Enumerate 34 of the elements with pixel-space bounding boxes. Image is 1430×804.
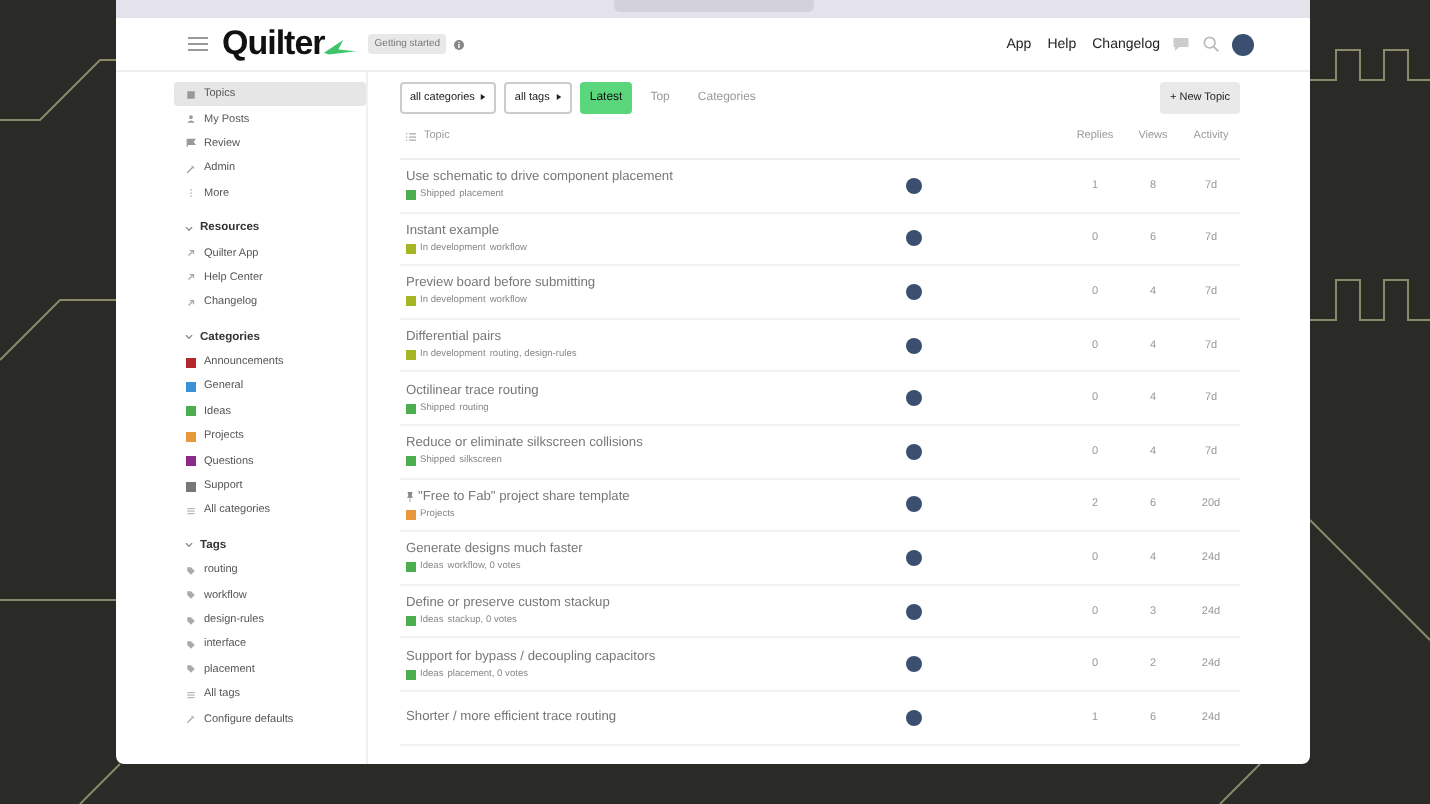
poster-avatar[interactable]: [906, 549, 922, 566]
chevron-icon[interactable]: [184, 540, 194, 551]
tag-icon: [186, 565, 196, 576]
info-icon[interactable]: [454, 39, 465, 49]
caret-icon: [480, 94, 487, 100]
tag-icon: [186, 590, 196, 601]
poster-avatar[interactable]: [906, 283, 922, 300]
poster-avatar[interactable]: [906, 443, 922, 460]
link-icon: [186, 272, 196, 283]
poster-avatar[interactable]: [906, 390, 922, 407]
link-icon: [186, 297, 196, 308]
link-icon: [186, 248, 196, 259]
poster-avatar[interactable]: [906, 496, 922, 513]
chevron-icon[interactable]: [184, 332, 194, 343]
poster-avatar[interactable]: [906, 230, 922, 247]
poster-avatar[interactable]: [906, 709, 922, 726]
menu-icon[interactable]: [188, 36, 208, 52]
chevron-icon[interactable]: [184, 223, 194, 234]
flag-icon: [186, 138, 196, 149]
dots-icon: [186, 188, 196, 199]
caret-icon: [555, 94, 562, 100]
poster-avatar[interactable]: [906, 603, 922, 620]
tag-icon: [186, 664, 196, 675]
person-icon: [186, 114, 196, 125]
wrench-icon: [186, 163, 196, 174]
poster-avatar[interactable]: [906, 656, 922, 673]
logo-swoosh-icon: [324, 40, 357, 56]
tag-icon: [186, 615, 196, 625]
logo-text[interactable]: Quilter: [222, 24, 325, 64]
poster-avatar[interactable]: [906, 337, 922, 354]
tag-icon: [186, 639, 196, 650]
user-avatar[interactable]: [1232, 33, 1254, 55]
poster-avatar[interactable]: [906, 177, 922, 194]
wrench-icon: [186, 714, 196, 725]
